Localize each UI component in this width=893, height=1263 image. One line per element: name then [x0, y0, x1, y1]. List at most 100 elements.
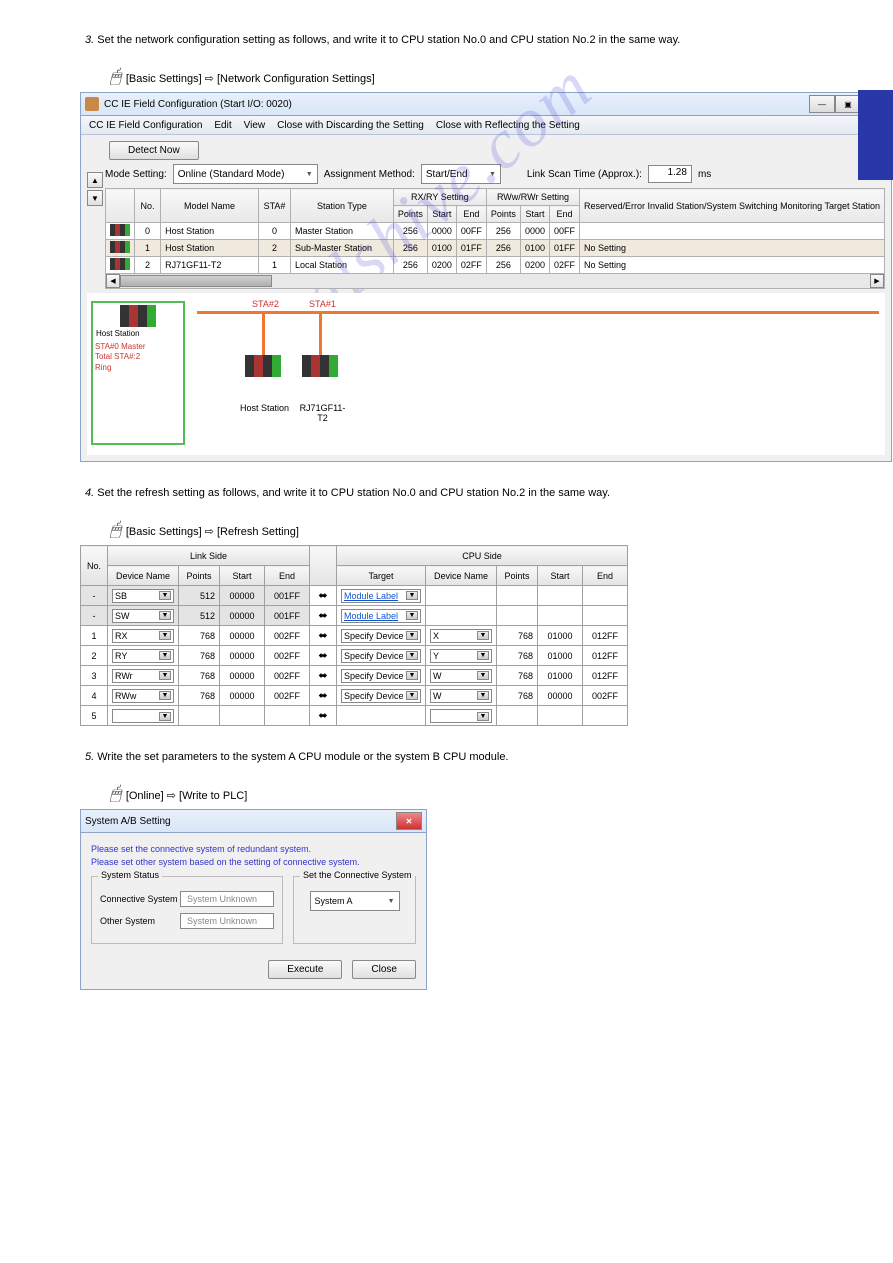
device-dropdown[interactable]: SW▼ — [112, 609, 174, 623]
device-dropdown[interactable]: SB▼ — [112, 589, 174, 603]
table-row[interactable]: 2RY▼76800000002FF⬌Specify Device▼Y▼76801… — [81, 646, 628, 666]
host-info: STA#0 MasterTotal STA#:2Ring — [93, 338, 183, 377]
table-row[interactable]: 5▼⬌▼ — [81, 706, 628, 726]
ab-titlebar: System A/B Setting ✕ — [81, 810, 426, 833]
mode-label: Mode Setting: — [105, 169, 167, 180]
step-num-3: 5. — [85, 751, 94, 763]
table-row[interactable]: -SW▼51200000001FF⬌Module Label▼ — [81, 606, 628, 626]
menu-edit[interactable]: Edit — [214, 120, 231, 131]
module-icon — [110, 224, 130, 236]
step-text-2: 4. Set the refresh setting as follows, a… — [85, 487, 833, 499]
transfer-icon: ⬌ — [318, 670, 327, 682]
menu-reflect[interactable]: Close with Reflecting the Setting — [436, 120, 580, 131]
device-dropdown[interactable]: X▼ — [430, 629, 492, 643]
scroll-thumb[interactable] — [120, 275, 272, 287]
device-dropdown[interactable]: ▼ — [430, 709, 492, 723]
table-row[interactable]: 3RWr▼76800000002FF⬌Specify Device▼W▼7680… — [81, 666, 628, 686]
ccie-window: CC IE Field Configuration (Start I/O: 00… — [80, 92, 892, 462]
table-row[interactable]: 4RWw▼76800000002FF⬌Specify Device▼W▼7680… — [81, 686, 628, 706]
station-module-icon[interactable] — [245, 355, 281, 377]
close-dialog-button[interactable]: Close — [352, 960, 416, 979]
menu-view[interactable]: View — [244, 120, 266, 131]
detect-now-button[interactable]: Detect Now — [109, 141, 199, 160]
device-dropdown[interactable]: Specify Device▼ — [341, 669, 421, 683]
execute-button[interactable]: Execute — [268, 960, 342, 979]
module-icon — [110, 241, 130, 253]
device-dropdown[interactable]: Module Label▼ — [341, 609, 421, 623]
transfer-icon: ⬌ — [318, 630, 327, 642]
module-icon — [120, 305, 156, 327]
navigate-icon-3: 🖱 [Online] ⇨ [Write to PLC] — [110, 783, 833, 804]
network-line — [197, 311, 879, 314]
step-num-1: 3. — [85, 34, 94, 46]
device-dropdown[interactable]: Y▼ — [430, 649, 492, 663]
system-select-dropdown[interactable]: System A▼ — [310, 891, 400, 911]
transfer-icon: ⬌ — [318, 590, 327, 602]
station-module-icon[interactable] — [302, 355, 338, 377]
ab-message: Please set the connective system of redu… — [91, 843, 416, 868]
menu-discard[interactable]: Close with Discarding the Setting — [277, 120, 424, 131]
topology-view: Host Station STA#0 MasterTotal STA#:2Rin… — [87, 293, 885, 455]
scroll-left-icon[interactable]: ◀ — [106, 274, 120, 288]
table-row[interactable]: 1Host Station2Sub-Master Station 2560100… — [106, 240, 885, 257]
network-line — [262, 311, 265, 355]
scan-label: Link Scan Time (Approx.): — [527, 169, 642, 180]
device-dropdown[interactable]: RWw▼ — [112, 689, 174, 703]
device-dropdown[interactable]: W▼ — [430, 689, 492, 703]
window-title: CC IE Field Configuration (Start I/O: 00… — [104, 99, 809, 110]
navigate-icon-2: 🖱 [Basic Settings] ⇨ [Refresh Setting] — [110, 519, 833, 540]
device-dropdown[interactable]: RX▼ — [112, 629, 174, 643]
transfer-icon: ⬌ — [318, 690, 327, 702]
device-dropdown[interactable]: Specify Device▼ — [341, 629, 421, 643]
scan-time-input[interactable]: 1.28 — [648, 165, 692, 183]
station-label: Host Station — [237, 403, 292, 413]
device-dropdown[interactable]: RY▼ — [112, 649, 174, 663]
assign-dropdown[interactable]: Start/End▼ — [421, 164, 501, 184]
sta2-label: STA#2 — [252, 299, 279, 309]
other-value: System Unknown — [180, 913, 274, 929]
system-ab-window: System A/B Setting ✕ Please set the conn… — [80, 809, 427, 990]
mode-dropdown[interactable]: Online (Standard Mode)▼ — [173, 164, 318, 184]
row-up-button[interactable]: ▲ — [87, 172, 103, 188]
step-text-1: 3. Set the network configuration setting… — [85, 34, 833, 46]
sta1-label: STA#1 — [309, 299, 336, 309]
navigate-icon-1: 🖱 [Basic Settings] ⇨ [Network Configurat… — [110, 66, 833, 87]
minimize-button[interactable]: — — [809, 95, 835, 113]
transfer-icon: ⬌ — [318, 650, 327, 662]
menu-cfg[interactable]: CC IE Field Configuration — [89, 120, 202, 131]
step-text-3: 5. Write the set parameters to the syste… — [85, 751, 833, 763]
titlebar: CC IE Field Configuration (Start I/O: 00… — [81, 93, 891, 116]
app-icon — [85, 97, 99, 111]
ab-title: System A/B Setting — [85, 816, 396, 827]
table-row[interactable]: 1RX▼76800000002FF⬌Specify Device▼X▼76801… — [81, 626, 628, 646]
step-num-2: 4. — [85, 487, 94, 499]
table-row[interactable]: 0Host Station0Master Station 256000000FF… — [106, 223, 885, 240]
horizontal-scrollbar[interactable]: ◀ ▶ — [105, 273, 885, 289]
host-station-box[interactable]: Host Station STA#0 MasterTotal STA#:2Rin… — [91, 301, 185, 445]
station-label: RJ71GF11-T2 — [295, 403, 350, 423]
table-row[interactable]: 2RJ71GF11-T21Local Station 256020002FF 2… — [106, 257, 885, 274]
module-icon — [110, 258, 130, 270]
device-dropdown[interactable]: Module Label▼ — [341, 589, 421, 603]
system-status-group: System Status Connective SystemSystem Un… — [91, 876, 283, 944]
row-down-button[interactable]: ▼ — [87, 190, 103, 206]
transfer-icon: ⬌ — [318, 610, 327, 622]
table-row[interactable]: -SB▼51200000001FF⬌Module Label▼ — [81, 586, 628, 606]
scroll-right-icon[interactable]: ▶ — [870, 274, 884, 288]
transfer-icon: ⬌ — [318, 710, 327, 722]
set-connective-group: Set the Connective System System A▼ — [293, 876, 416, 944]
network-line — [319, 311, 322, 355]
connective-value: System Unknown — [180, 891, 274, 907]
device-dropdown[interactable]: W▼ — [430, 669, 492, 683]
scan-unit: ms — [698, 169, 711, 180]
device-dropdown[interactable]: RWr▼ — [112, 669, 174, 683]
device-dropdown[interactable]: ▼ — [112, 709, 174, 723]
station-grid: No. Model Name STA# Station Type RX/RY S… — [105, 188, 885, 274]
refresh-grid: No. Link Side CPU Side Device NamePoints… — [80, 545, 628, 726]
assign-label: Assignment Method: — [324, 169, 415, 180]
ab-close-button[interactable]: ✕ — [396, 812, 422, 830]
device-dropdown[interactable]: Specify Device▼ — [341, 649, 421, 663]
menubar: CC IE Field Configuration Edit View Clos… — [81, 116, 891, 135]
chapter-tab — [858, 90, 893, 180]
device-dropdown[interactable]: Specify Device▼ — [341, 689, 421, 703]
